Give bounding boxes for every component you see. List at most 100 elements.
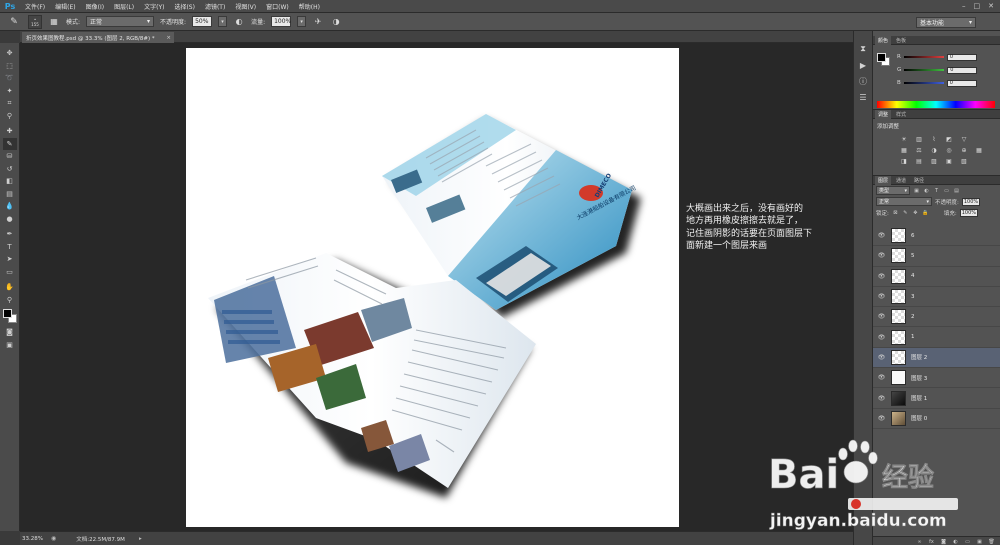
layer-style-icon[interactable]: fx xyxy=(928,538,935,545)
menu-file[interactable]: 文件(F) xyxy=(20,2,50,11)
layer-row[interactable]: 👁 图层 0 xyxy=(873,409,1000,429)
red-value-field[interactable]: 0 xyxy=(946,53,977,61)
lock-pixels-icon[interactable]: ✎ xyxy=(902,209,909,216)
black-white-icon[interactable]: ◑ xyxy=(930,146,938,154)
crop-tool-icon[interactable]: ⌗ xyxy=(3,97,17,109)
layer-row[interactable]: 👁 图层 1 xyxy=(873,388,1000,409)
history-panel-icon[interactable]: ⧗ xyxy=(857,43,869,55)
brush-tool-preset-icon[interactable]: ✎ xyxy=(6,15,22,29)
layer-row[interactable]: 👁 6 xyxy=(873,226,1000,247)
maximize-button[interactable]: □ xyxy=(974,2,981,10)
canvas-area[interactable]: 大连港船舶设备有限公司 DIMECO 大概画出来之后，没有画好的 地方再用橡皮擦… xyxy=(20,43,853,531)
menu-window[interactable]: 窗口(W) xyxy=(261,2,294,11)
workspace-select[interactable]: 基本功能 ▾ xyxy=(916,17,976,28)
flow-dropdown[interactable]: ▾ xyxy=(297,16,307,27)
eye-icon[interactable]: 👁 xyxy=(877,232,886,239)
filter-shape-icon[interactable]: ▭ xyxy=(943,187,950,194)
gradient-map-icon[interactable]: ▧ xyxy=(960,157,968,165)
eye-icon[interactable]: 👁 xyxy=(877,252,886,259)
lasso-tool-icon[interactable]: ➰ xyxy=(3,72,17,84)
flow-field[interactable]: 100% xyxy=(271,16,291,27)
healing-brush-tool-icon[interactable]: ✚ xyxy=(3,125,17,137)
green-slider[interactable] xyxy=(904,69,945,71)
status-menu-arrow-icon[interactable]: ▸ xyxy=(139,536,142,542)
tab-adjustments[interactable]: 调整 xyxy=(875,109,892,119)
layer-row[interactable]: 👁 图层 3 xyxy=(873,368,1000,389)
blue-value-field[interactable]: 0 xyxy=(946,79,977,87)
info-panel-icon[interactable]: ⓘ xyxy=(857,75,869,87)
properties-panel-icon[interactable]: ☰ xyxy=(857,91,869,103)
layer-row[interactable]: 👁 1 xyxy=(873,327,1000,348)
pressure-opacity-icon[interactable]: ◐ xyxy=(233,16,245,28)
move-tool-icon[interactable]: ✥ xyxy=(3,47,17,59)
panel-foreground-swatch[interactable] xyxy=(877,53,886,62)
selective-color-icon[interactable]: ▣ xyxy=(945,157,953,165)
status-info-icon[interactable]: ◉ xyxy=(51,535,56,542)
marquee-tool-icon[interactable]: ⬚ xyxy=(3,60,17,72)
eye-icon[interactable]: 👁 xyxy=(877,334,886,341)
document-canvas[interactable]: 大连港船舶设备有限公司 DIMECO xyxy=(186,48,679,527)
brush-panel-icon[interactable]: ▦ xyxy=(48,16,60,28)
zoom-level[interactable]: 33.28% xyxy=(22,536,43,542)
screen-mode-icon[interactable]: ▣ xyxy=(3,339,17,351)
menu-image[interactable]: 图像(I) xyxy=(81,2,109,11)
zoom-tool-icon[interactable]: ⚲ xyxy=(3,294,17,306)
path-select-tool-icon[interactable]: ➤ xyxy=(3,253,17,265)
adjustment-layer-icon[interactable]: ◐ xyxy=(952,538,959,545)
lock-all-icon[interactable]: 🔒 xyxy=(922,209,929,216)
quick-select-tool-icon[interactable]: ✦ xyxy=(3,85,17,97)
pressure-size-icon[interactable]: ◑ xyxy=(330,16,342,28)
photo-filter-icon[interactable]: ◎ xyxy=(945,146,953,154)
blend-mode-select[interactable]: 正常 ▾ xyxy=(876,197,932,206)
eye-icon[interactable]: 👁 xyxy=(877,313,886,320)
filter-type-icon[interactable]: T xyxy=(933,187,940,194)
brightness-icon[interactable]: ☀ xyxy=(900,135,908,143)
layer-row-selected[interactable]: 👁 图层 2 xyxy=(873,347,1000,369)
eyedropper-tool-icon[interactable]: ⚲ xyxy=(3,110,17,122)
tab-layers[interactable]: 图层 xyxy=(875,175,892,185)
new-layer-icon[interactable]: ▣ xyxy=(976,538,983,545)
eye-icon[interactable]: 👁 xyxy=(877,415,886,422)
link-layers-icon[interactable]: ∞ xyxy=(916,538,923,545)
color-swatches[interactable] xyxy=(2,309,17,323)
filter-pixel-icon[interactable]: ▣ xyxy=(913,187,920,194)
eye-icon[interactable]: 👁 xyxy=(877,273,886,280)
new-group-icon[interactable]: ▭ xyxy=(964,538,971,545)
clone-stamp-tool-icon[interactable]: ⛁ xyxy=(3,150,17,162)
threshold-icon[interactable]: ▨ xyxy=(930,157,938,165)
close-tab-icon[interactable]: × xyxy=(166,35,174,41)
menu-select[interactable]: 选择(S) xyxy=(169,2,200,11)
layer-row[interactable]: 👁 3 xyxy=(873,287,1000,308)
color-lookup-icon[interactable]: ▦ xyxy=(975,146,983,154)
menu-help[interactable]: 帮助(H) xyxy=(294,2,325,11)
layer-opacity-field[interactable]: 100% xyxy=(961,197,980,206)
filter-smart-icon[interactable]: ▤ xyxy=(953,187,960,194)
hue-saturation-icon[interactable]: ▦ xyxy=(900,146,908,154)
blur-tool-icon[interactable]: 💧 xyxy=(3,200,17,212)
eye-icon[interactable]: 👁 xyxy=(877,374,886,381)
blue-slider[interactable] xyxy=(903,82,944,84)
tab-channels[interactable]: 通道 xyxy=(893,176,909,185)
exposure-icon[interactable]: ◩ xyxy=(945,135,953,143)
channel-mixer-icon[interactable]: ⊕ xyxy=(960,146,968,154)
brush-size-picker[interactable]: • 155 xyxy=(28,14,42,29)
actions-play-icon[interactable]: ▶ xyxy=(857,59,869,71)
vibrance-icon[interactable]: ▽ xyxy=(960,135,968,143)
layer-row[interactable]: 👁 2 xyxy=(873,307,1000,328)
posterize-icon[interactable]: ▤ xyxy=(915,157,923,165)
menu-edit[interactable]: 编辑(E) xyxy=(50,2,80,11)
shape-tool-icon[interactable]: ▭ xyxy=(3,266,17,278)
layer-kind-filter[interactable]: 类型 ▾ xyxy=(876,186,910,195)
green-value-field[interactable]: 0 xyxy=(947,66,978,74)
fill-field[interactable]: 100% xyxy=(959,208,978,217)
tab-styles[interactable]: 样式 xyxy=(893,110,909,119)
history-brush-tool-icon[interactable]: ↺ xyxy=(3,163,17,175)
opacity-field[interactable]: 50% xyxy=(192,16,213,27)
menu-view[interactable]: 视图(V) xyxy=(230,2,261,11)
gradient-tool-icon[interactable]: ▤ xyxy=(3,188,17,200)
invert-icon[interactable]: ◨ xyxy=(900,157,908,165)
eye-icon[interactable]: 👁 xyxy=(877,395,886,402)
close-window-button[interactable]: ✕ xyxy=(988,2,994,10)
type-tool-icon[interactable]: T xyxy=(3,241,17,253)
layer-row[interactable]: 👁 4 xyxy=(873,267,1000,287)
